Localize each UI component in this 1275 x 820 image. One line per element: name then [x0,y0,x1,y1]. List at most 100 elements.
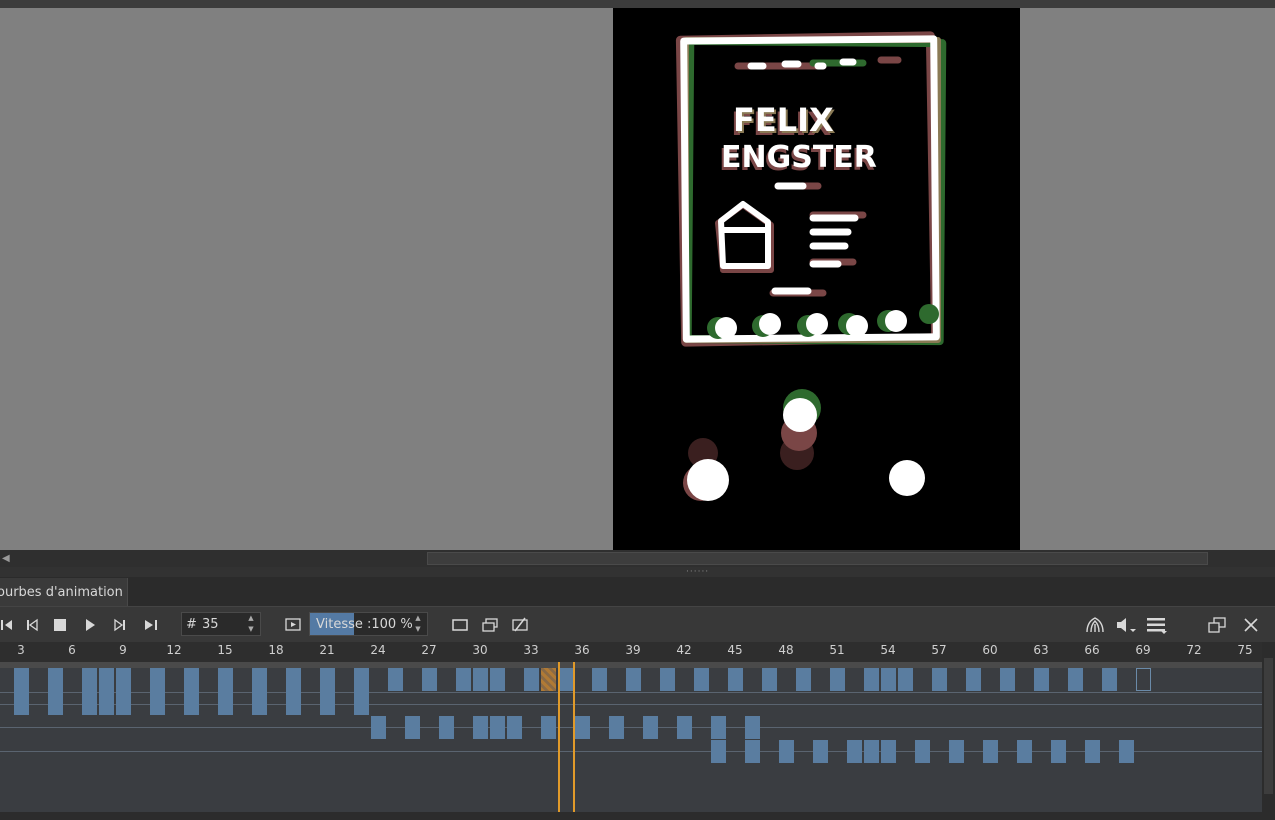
keyframe-cell[interactable] [711,716,726,739]
keyframe-cell[interactable] [864,668,879,691]
keyframe-cell[interactable] [830,668,845,691]
keyframe-cell[interactable] [881,740,896,763]
keyframe-cell[interactable] [116,668,131,715]
keyframe-cell[interactable] [796,668,811,691]
keyframe-cell[interactable] [779,740,794,763]
keyframe-cell[interactable] [405,716,420,739]
keyframe-cell[interactable] [99,668,114,715]
speed-spin-arrows-icon[interactable]: ▲ ▼ [409,613,427,635]
playback-speed-spinbox[interactable]: Vitesse :100 % ▲ ▼ [309,612,428,636]
keyframe-cell[interactable] [915,740,930,763]
keyframe-cell[interactable] [320,668,335,715]
stop-icon[interactable] [50,607,70,643]
skip-start-icon[interactable] [0,607,16,643]
prev-frame-icon[interactable] [22,607,42,643]
keyframe-cell[interactable] [388,668,403,691]
keyframe-cell[interactable] [422,668,437,691]
keyframe-cell[interactable] [864,740,879,763]
keyframe-cell[interactable] [439,716,454,739]
keyframe-cell[interactable] [762,668,777,691]
keyframe-cell[interactable] [728,668,743,691]
keyframe-cell[interactable] [983,740,998,763]
keyframe-cell[interactable] [507,716,522,739]
keyframe-cell[interactable] [677,716,692,739]
document-canvas[interactable]: FELIX ENGSTER FELIX FELIX ENGSTER [613,8,1020,550]
scroll-thumb[interactable] [427,552,1208,565]
keyframe-cell[interactable] [643,716,658,739]
current-keyframe-cell[interactable] [541,668,556,691]
keyframe-cell[interactable] [558,668,573,691]
multi-frame-icon[interactable] [479,607,501,643]
keyframe-cell[interactable] [660,668,675,691]
keyframe-cell[interactable] [218,668,233,715]
drop-frames-icon[interactable] [509,607,531,643]
keyframe-cell[interactable] [473,716,488,739]
keyframe-cell[interactable] [745,716,760,739]
current-frame-value[interactable]: 35 [202,617,219,632]
keyframe-cell[interactable] [541,716,556,739]
canvas-area[interactable]: FELIX ENGSTER FELIX FELIX ENGSTER [0,8,1275,550]
playhead-right[interactable] [573,662,575,812]
keyframe-cell[interactable] [966,668,981,691]
timeline-scroll-thumb[interactable] [1264,658,1273,794]
keyframe-cell[interactable] [1017,740,1032,763]
keyframe-cell[interactable] [813,740,828,763]
keyframe-cell[interactable] [694,668,709,691]
panel-splitter[interactable]: ······ [0,567,1275,577]
current-frame-spinbox[interactable]: # 35 ▲ ▼ [181,612,261,636]
keyframe-cell[interactable] [150,668,165,715]
keyframe-cell[interactable] [473,668,488,691]
keyframe-cell[interactable] [949,740,964,763]
keyframe-cell[interactable] [932,668,947,691]
frame-register-icon[interactable] [282,607,304,643]
keyframe-cell[interactable] [1000,668,1015,691]
keyframe-cell[interactable] [1085,740,1100,763]
play-icon[interactable] [80,607,100,643]
single-frame-icon[interactable] [449,607,471,643]
timeline-horizontal-scrollbar[interactable] [0,812,1275,820]
keyframe-cell[interactable] [575,716,590,739]
keyframe-cell[interactable] [898,668,913,691]
next-frame-icon[interactable] [110,607,130,643]
ruler-label: 72 [1186,643,1202,657]
keyframe-cell[interactable] [745,740,760,763]
hamburger-icon[interactable] [1144,607,1170,643]
spin-arrows-icon[interactable]: ▲ ▼ [242,613,260,635]
timeline-tracks[interactable] [0,668,1262,812]
keyframe-cell[interactable] [609,716,624,739]
playhead-left[interactable] [558,662,560,812]
keyframe-cell[interactable] [847,740,862,763]
keyframe-cell[interactable] [184,668,199,715]
keyframe-cell[interactable] [881,668,896,691]
keyframe-cell[interactable] [286,668,301,715]
keyframe-cell[interactable] [82,668,97,715]
scroll-left-icon[interactable]: ◀ [2,553,10,564]
speaker-icon[interactable] [1113,607,1139,643]
keyframe-cell[interactable] [711,740,726,763]
skip-end-icon[interactable] [140,607,162,643]
float-window-icon[interactable] [1206,607,1228,643]
onion-skin-icon[interactable] [1083,607,1107,643]
keyframe-cell[interactable] [1119,740,1134,763]
keyframe-cell[interactable] [48,668,63,715]
keyframe-cell[interactable] [490,668,505,691]
keyframe-cell[interactable] [456,668,471,691]
keyframe-cell[interactable] [371,716,386,739]
keyframe-cell[interactable] [252,668,267,715]
keyframe-cell[interactable] [1102,668,1117,691]
keyframe-cell[interactable] [354,668,369,715]
keyframe-cell[interactable] [592,668,607,691]
keyframe-cell[interactable] [1068,668,1083,691]
tab-animation-curves[interactable]: ourbes d'animation [0,578,128,606]
keyframe-cell[interactable] [490,716,505,739]
empty-keyframe-cell[interactable] [1136,668,1151,691]
keyframe-cell[interactable] [524,668,539,691]
timeline-ruler[interactable]: 3 6 9 12 15 18 21 24 27 30 33 36 39 42 45 48 51 54 57 60 63 6… [0,642,1262,662]
keyframe-cell[interactable] [14,668,29,715]
timeline-vertical-scrollbar[interactable] [1262,642,1275,812]
keyframe-cell[interactable] [1034,668,1049,691]
canvas-horizontal-scrollbar[interactable]: ◀ [0,550,1275,567]
keyframe-cell[interactable] [1051,740,1066,763]
keyframe-cell[interactable] [626,668,641,691]
close-icon[interactable] [1240,607,1262,643]
